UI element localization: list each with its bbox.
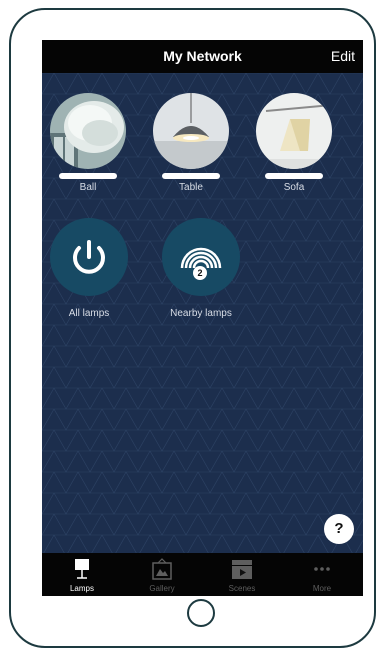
home-button[interactable] [187,599,215,627]
lamp-item-ball[interactable]: Ball [48,93,128,193]
nearby-count-badge: 2 [193,266,207,280]
lamp-label: Table [179,182,203,193]
tab-more[interactable]: More [282,553,362,596]
help-button[interactable]: ? [324,514,354,544]
tab-label: Scenes [228,584,256,593]
lamp-item-sofa[interactable]: Sofa [254,93,334,193]
lamp-photo-sofa[interactable] [256,93,332,169]
tab-label: Lamps [69,584,94,593]
lamp-brightness-bar[interactable] [265,173,323,179]
tab-label: More [312,584,332,593]
navigation-bar: My Network Edit [42,40,363,73]
tab-scenes[interactable]: Scenes [202,553,282,596]
nearby-lamps-button[interactable]: 2 Nearby lamps [156,218,246,319]
lamp-photo-table[interactable] [153,93,229,169]
lamp-brightness-bar[interactable] [162,173,220,179]
page-title: My Network [163,48,242,64]
nearby-lamps-circle[interactable]: 2 [162,218,240,296]
lamp-photo-ball[interactable] [50,93,126,169]
lamp-item-table[interactable]: Table [151,93,231,193]
gallery-icon [152,558,172,580]
lamp-label: Ball [79,182,97,193]
nearby-lamps-label: Nearby lamps [170,308,232,319]
lamp-brightness-bar[interactable] [59,173,117,179]
all-lamps-circle[interactable] [50,218,128,296]
scenes-icon [232,560,252,579]
lamp-icon [75,559,89,579]
all-lamps-label: All lamps [68,308,110,319]
tab-bar: Lamps Gallery Scenes More [42,553,363,596]
tab-lamps[interactable]: Lamps [42,553,122,596]
signal-icon [180,247,222,269]
all-lamps-button[interactable]: All lamps [44,218,134,319]
tab-gallery[interactable]: Gallery [122,553,202,596]
edit-button[interactable]: Edit [331,40,355,73]
power-icon [73,240,105,274]
app-screen: My Network Edit Ball Table Sofa All lamp… [42,40,363,596]
lamp-label: Sofa [283,182,305,193]
more-icon [314,567,330,571]
tab-label: Gallery [149,584,175,593]
